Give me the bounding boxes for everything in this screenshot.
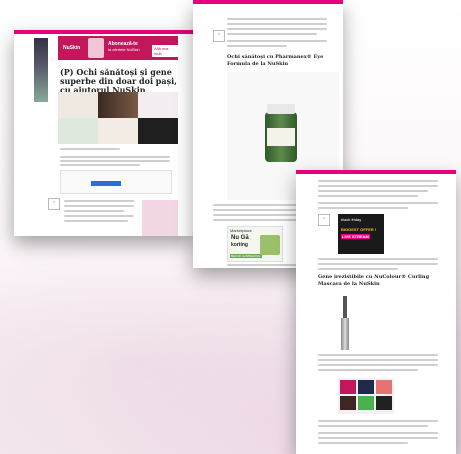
text-line — [60, 160, 170, 162]
mascara-image — [338, 296, 352, 352]
ad-top-text: black friday — [341, 217, 362, 222]
article-title: (P) Ochi sănătoși și gene superbe din do… — [60, 67, 177, 95]
bottle-label — [267, 128, 295, 146]
sidebar-ad[interactable] — [142, 200, 178, 236]
text-line — [227, 33, 317, 35]
hero-image-grid — [58, 92, 178, 144]
ad-product-image — [260, 235, 280, 255]
text-line — [318, 185, 438, 187]
grid-image-2 — [98, 92, 138, 118]
text-line — [227, 45, 287, 47]
text-line — [318, 195, 418, 197]
accent-top-bar — [193, 0, 343, 4]
promo-banner[interactable]: NuSkin Abonează-te la ofertele NuSkin Af… — [58, 36, 178, 60]
text-line — [318, 437, 438, 439]
collage-item — [340, 380, 356, 394]
accent-top-bar — [296, 170, 456, 174]
share-icon[interactable]: < — [318, 214, 330, 226]
collage-item — [358, 396, 374, 410]
collage-item — [376, 380, 392, 394]
text-line — [60, 156, 170, 158]
text-line — [318, 442, 408, 444]
ad-block[interactable]: Marketplace Nu Gă korting BEKIJK AANBIED… — [227, 226, 283, 262]
ad-line-2: korting — [231, 242, 248, 248]
text-line — [64, 220, 128, 222]
grid-image-4 — [58, 118, 98, 144]
article-page-1: NuSkin Abonează-te la ofertele NuSkin Af… — [14, 30, 194, 236]
black-friday-ad[interactable]: black friday BIGGEST OFFER ! LIVE STREAM — [338, 214, 384, 254]
ad-line-1: BIGGEST OFFER ! — [341, 227, 377, 232]
collage-item — [340, 396, 356, 410]
ad-line-2: LIVE STREAM — [341, 234, 370, 239]
newsletter-box[interactable] — [60, 170, 172, 194]
ad-cta[interactable]: BEKIJK AANBIEDING — [230, 254, 262, 258]
bottle-cap — [267, 104, 295, 114]
accent-top-bar — [14, 30, 194, 34]
text-line — [318, 263, 438, 265]
text-line — [318, 268, 398, 270]
text-line — [318, 354, 438, 356]
banner-text-2: la ofertele NuSkin — [108, 47, 140, 52]
text-line — [318, 180, 438, 182]
text-line — [318, 202, 438, 204]
collage-item — [358, 380, 374, 394]
banner-cta[interactable]: Află mai mult — [152, 45, 178, 57]
section-heading: Gene irezistibile cu NuColour® Curling M… — [318, 274, 430, 287]
banner-brand: NuSkin — [63, 45, 81, 51]
byline — [60, 148, 120, 150]
banner-image — [88, 38, 104, 58]
mascara-wand — [343, 296, 347, 318]
text-line — [318, 369, 418, 371]
text-line — [318, 359, 438, 361]
collage-image — [338, 378, 394, 414]
text-line — [227, 40, 327, 42]
text-line — [64, 215, 134, 217]
share-icon[interactable]: < — [213, 30, 225, 42]
text-line — [318, 425, 428, 427]
text-line — [60, 164, 140, 166]
text-line — [227, 28, 327, 30]
text-line — [318, 420, 438, 422]
ad-line-1: Nu Gă — [231, 235, 249, 241]
grid-image-1 — [58, 92, 98, 118]
text-line — [318, 364, 438, 366]
text-line — [64, 210, 124, 212]
article-page-3: < black friday BIGGEST OFFER ! LIVE STRE… — [296, 170, 456, 454]
grid-image-5 — [98, 118, 138, 144]
text-line — [318, 190, 428, 192]
subscribe-button[interactable] — [91, 181, 121, 186]
side-ad[interactable] — [34, 38, 48, 102]
text-line — [227, 23, 327, 25]
text-line — [64, 200, 134, 202]
text-line — [318, 258, 438, 260]
text-line — [318, 432, 438, 434]
text-line — [318, 207, 408, 209]
grid-image-3 — [138, 92, 178, 118]
grid-image-6 — [138, 118, 178, 144]
collage-item — [376, 396, 392, 410]
section-heading: Ochi sănătoși cu Pharmanex® Eye Formula … — [227, 54, 324, 67]
share-icon[interactable]: < — [48, 198, 60, 210]
text-line — [227, 18, 327, 20]
mascara-tube — [341, 318, 349, 350]
ad-brand: Marketplace — [230, 228, 252, 233]
text-line — [64, 205, 134, 207]
